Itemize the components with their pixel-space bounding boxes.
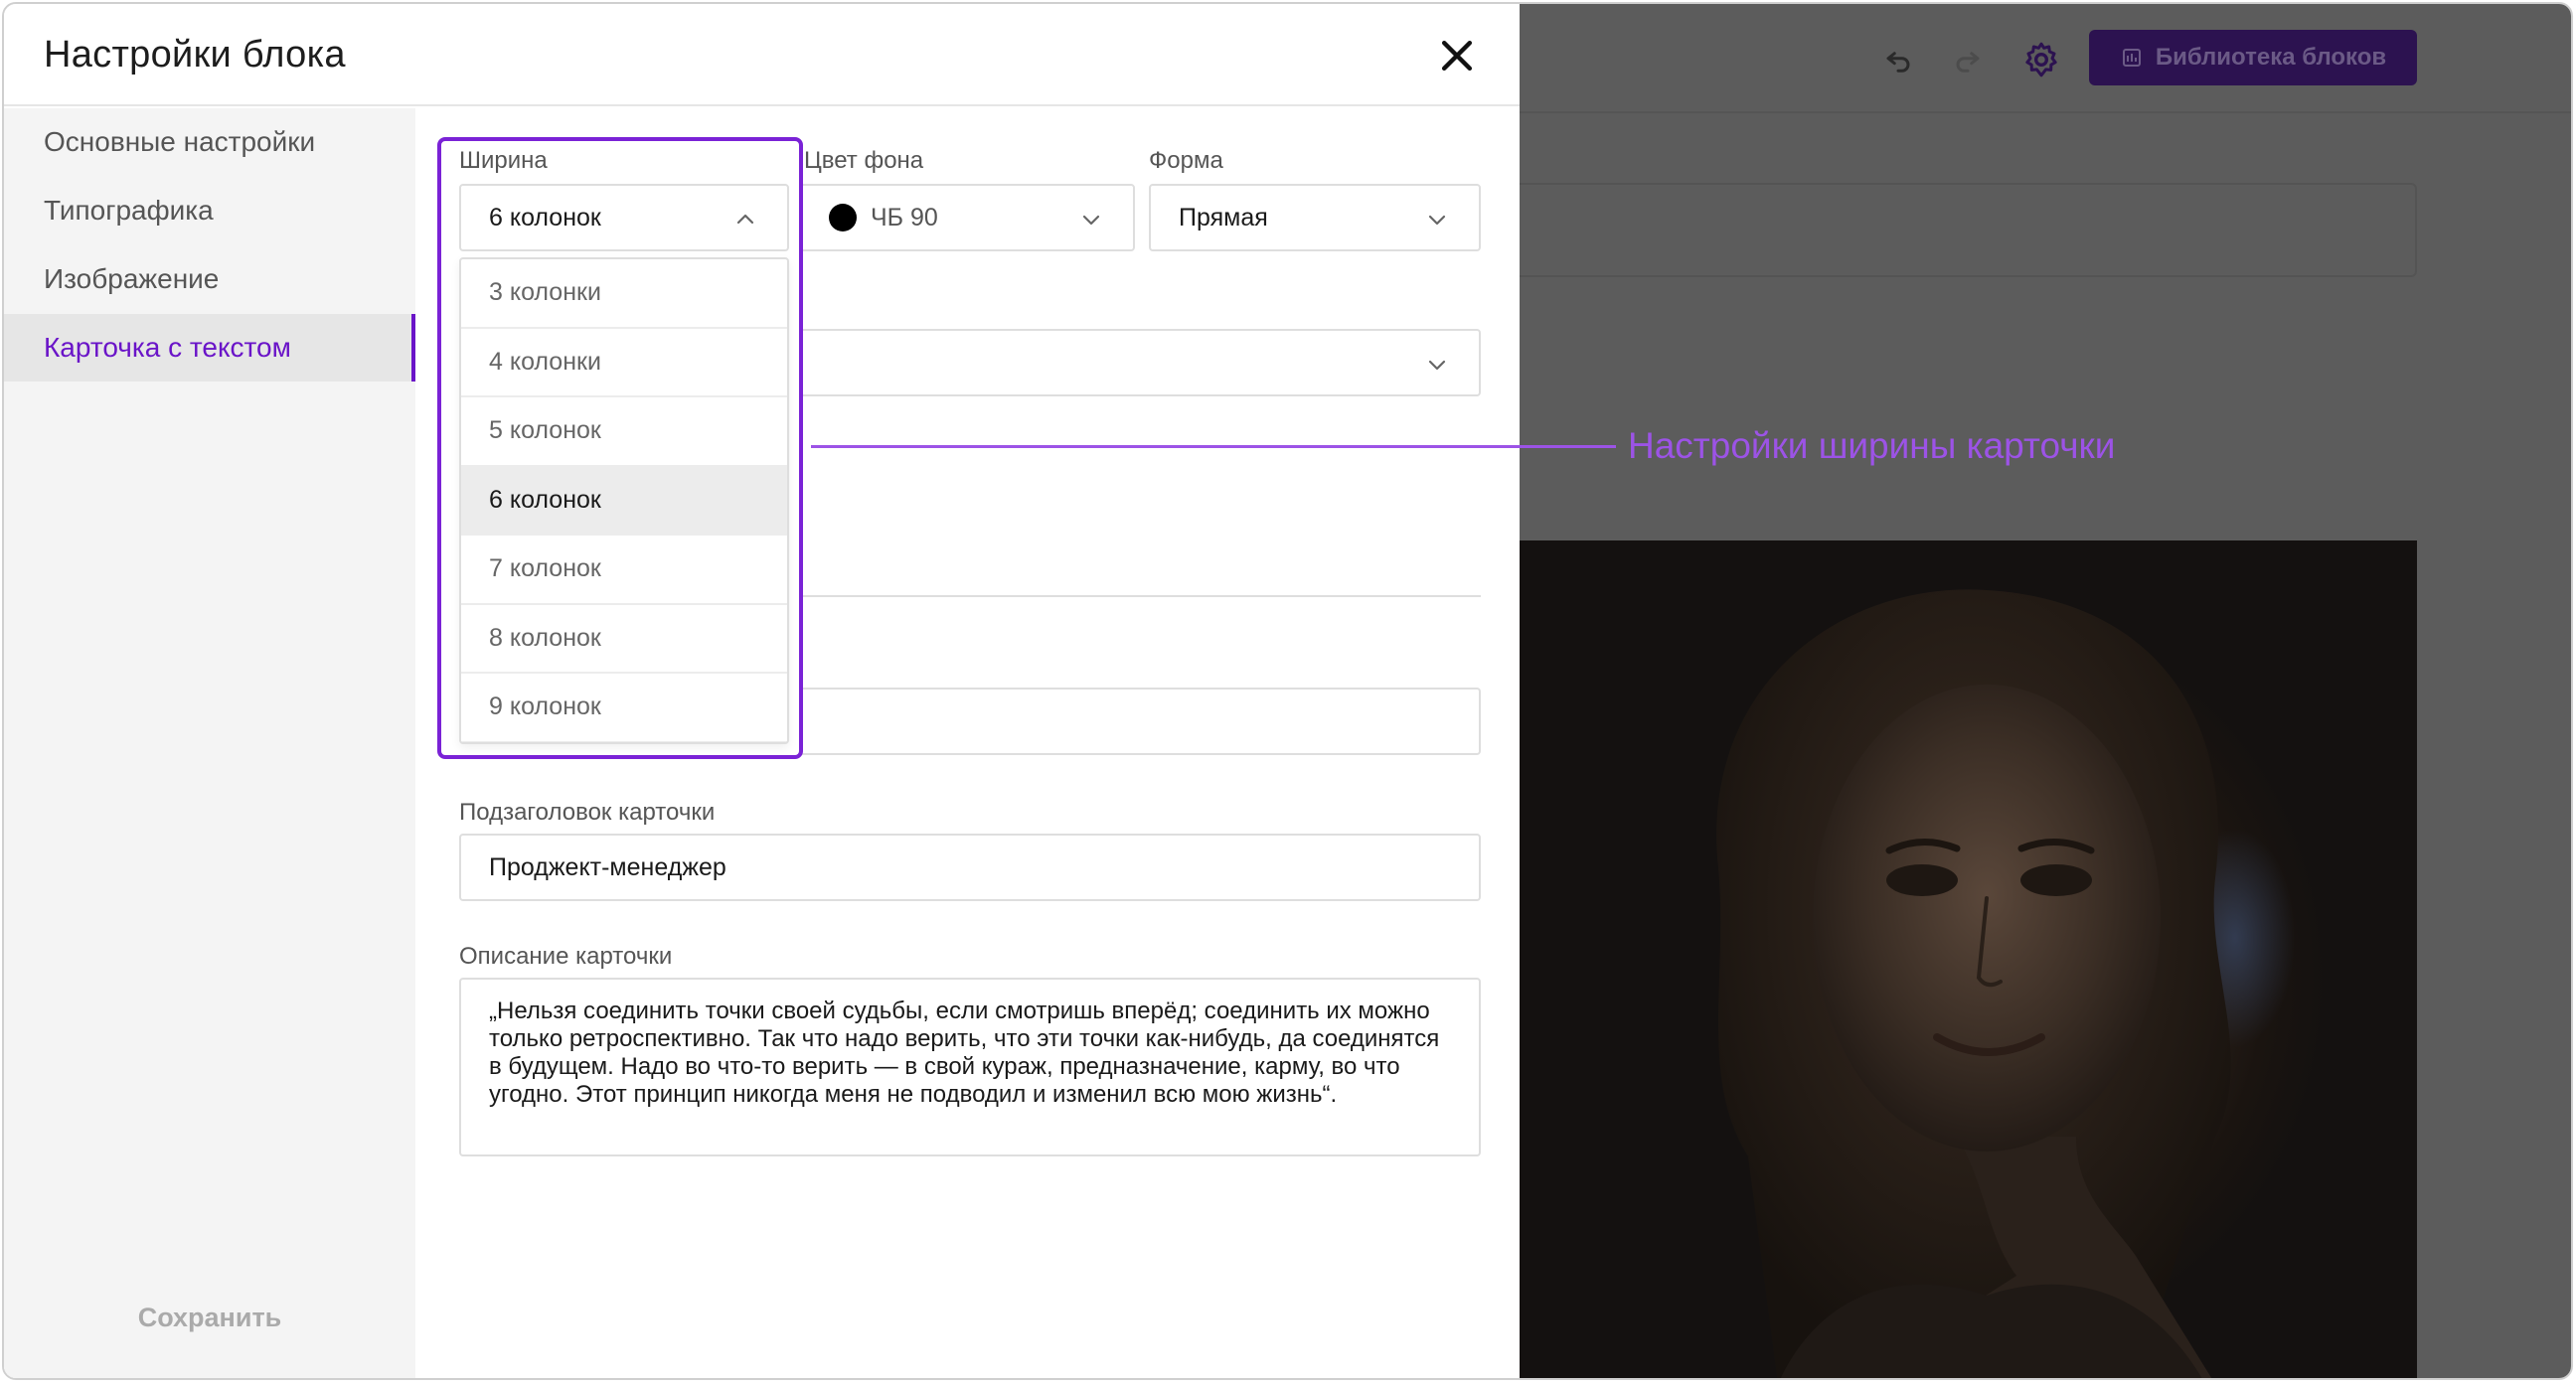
shape-select[interactable]: Прямая	[1149, 184, 1481, 251]
library-icon	[2122, 49, 2141, 67]
close-icon	[1441, 40, 1473, 72]
shape-value: Прямая	[1179, 203, 1268, 231]
description-textarea[interactable]: „Нельзя соединить точки своей судьбы, ес…	[459, 978, 1481, 1156]
toolbar-divider	[1520, 111, 2571, 113]
close-button[interactable]	[1435, 34, 1479, 77]
sidebar-item-image[interactable]: Изображение	[4, 245, 415, 313]
sidebar-item-text-card[interactable]: Карточка с текстом	[4, 314, 415, 382]
bg-color-label: Цвет фона	[804, 147, 924, 174]
sidebar-item-typography[interactable]: Типографика	[4, 177, 415, 244]
save-button[interactable]: Сохранить	[44, 1288, 376, 1347]
section-divider	[799, 595, 1481, 597]
card-title-input[interactable]	[799, 688, 1481, 755]
subtitle-label: Подзаголовок карточки	[459, 799, 716, 826]
dialog-header: Настройки блока	[4, 4, 1520, 106]
gear-icon[interactable]	[2017, 36, 2065, 83]
color-swatch	[829, 204, 857, 231]
dialog-title: Настройки блока	[44, 34, 346, 76]
sidebar-item-general[interactable]: Основные настройки	[4, 108, 415, 176]
bg-color-select[interactable]: ЧБ 90	[799, 184, 1135, 251]
block-library-label: Библиотека блоков	[2155, 44, 2387, 71]
shape-label: Форма	[1149, 147, 1223, 174]
chevron-down-icon	[1428, 215, 1446, 226]
card-preview-image	[1520, 540, 2417, 1378]
block-settings-dialog: Настройки блока Основные настройки Типог…	[4, 4, 1520, 1378]
subtitle-input[interactable]: Проджект-менеджер	[459, 834, 1481, 901]
editor-background-field	[1520, 183, 2417, 277]
description-label: Описание карточки	[459, 943, 673, 970]
redo-icon[interactable]	[1944, 36, 1992, 83]
app-frame: Библиотека блоков Настройки блока Основн…	[2, 2, 2573, 1380]
undo-icon[interactable]	[1874, 36, 1922, 83]
settings-sidebar: Основные настройки Типографика Изображен…	[4, 108, 415, 1378]
annotation-highlight	[437, 137, 803, 759]
block-library-button[interactable]: Библиотека блоков	[2089, 30, 2417, 85]
chevron-down-icon	[1428, 360, 1446, 371]
chevron-down-icon	[1082, 215, 1100, 226]
annotation-line	[811, 445, 1616, 448]
annotation-text: Настройки ширины карточки	[1628, 425, 2116, 466]
secondary-select[interactable]	[799, 329, 1481, 396]
bg-color-value: ЧБ 90	[871, 203, 938, 231]
